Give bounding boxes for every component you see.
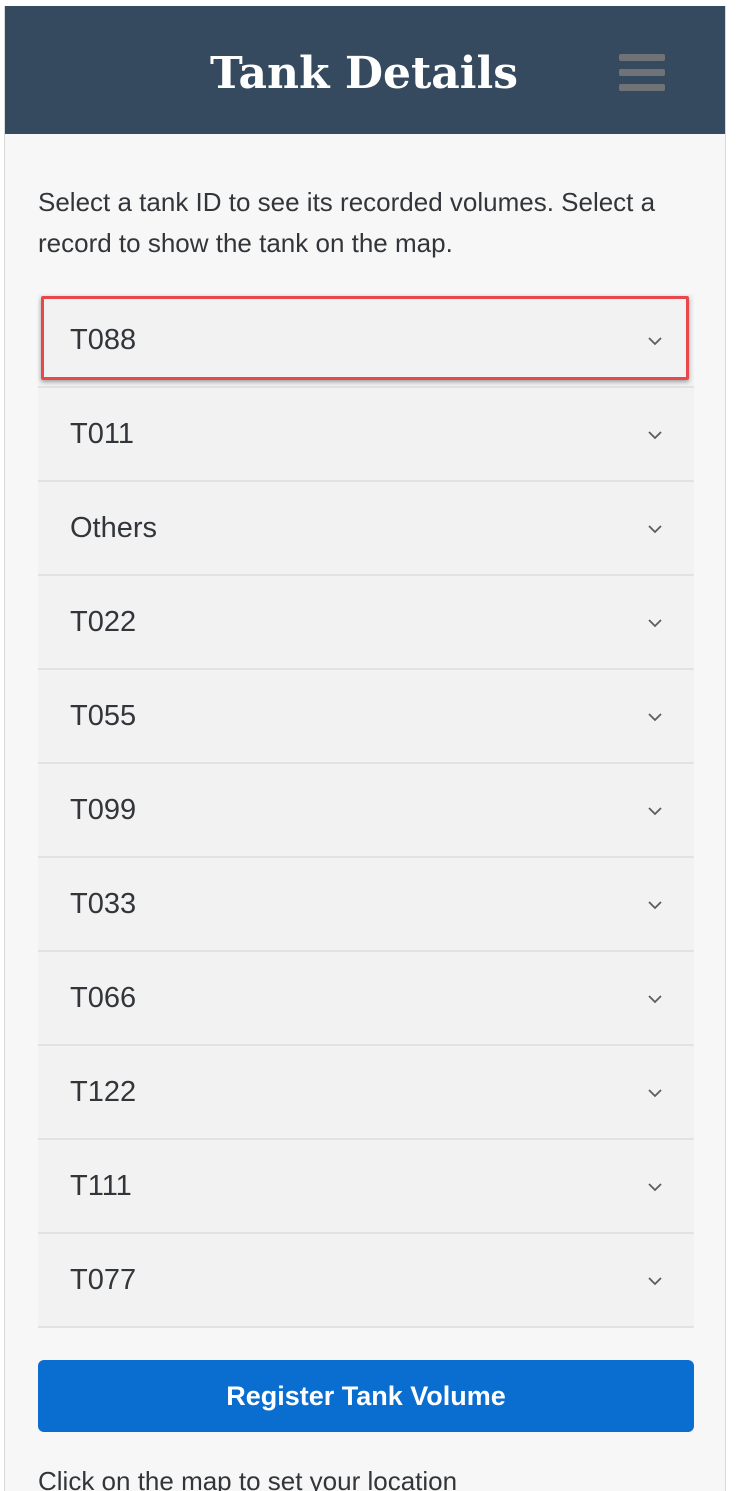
tank-list-item-others[interactable]: Others [38, 482, 694, 576]
tank-list-item-t099[interactable]: T099 [38, 764, 694, 858]
tank-list-item-t066[interactable]: T066 [38, 952, 694, 1046]
tank-id-label: T033 [70, 888, 137, 920]
tank-list-item-t111[interactable]: T111 [38, 1140, 694, 1234]
tank-list-item-t055[interactable]: T055 [38, 670, 694, 764]
tank-id-label: T111 [70, 1170, 132, 1202]
map-location-hint: Click on the map to set your location [38, 1466, 458, 1491]
tank-list-item-t122[interactable]: T122 [38, 1046, 694, 1140]
register-tank-volume-button[interactable]: Register Tank Volume [38, 1360, 694, 1432]
tank-list-item-t011[interactable]: T011 [38, 388, 694, 482]
tank-id-label: T022 [70, 606, 137, 638]
chevron-down-icon [648, 992, 662, 1006]
chevron-down-icon [648, 710, 662, 724]
tank-list-item-t077[interactable]: T077 [38, 1234, 694, 1328]
chevron-down-icon [648, 334, 662, 348]
tank-list-item-t022[interactable]: T022 [38, 576, 694, 670]
tank-list-item-t033[interactable]: T033 [38, 858, 694, 952]
menu-bar [619, 84, 665, 91]
app-frame: Tank Details Select a tank ID to see its… [4, 6, 726, 1491]
tank-list: T088 T011 Others T022 T055 T099 T033 T06… [38, 294, 694, 1328]
page-title: Tank Details [209, 48, 519, 99]
tank-id-label: T066 [70, 982, 137, 1014]
chevron-down-icon [648, 616, 662, 630]
menu-bar [619, 69, 665, 76]
tank-id-label: T099 [70, 794, 137, 826]
chevron-down-icon [648, 428, 662, 442]
tank-id-label: T055 [70, 700, 137, 732]
app-header: Tank Details [5, 6, 725, 134]
chevron-down-icon [648, 1180, 662, 1194]
menu-bar [619, 54, 665, 61]
tank-list-item-t088[interactable]: T088 [38, 294, 694, 388]
tank-id-label: Others [70, 512, 158, 544]
chevron-down-icon [648, 522, 662, 536]
intro-text: Select a tank ID to see its recorded vol… [38, 187, 656, 258]
tank-id-label: T088 [70, 324, 137, 356]
chevron-down-icon [648, 804, 662, 818]
chevron-down-icon [648, 1086, 662, 1100]
hamburger-menu-icon[interactable] [619, 54, 665, 92]
chevron-down-icon [648, 1274, 662, 1288]
tank-id-label: T122 [70, 1076, 137, 1108]
tank-id-label: T077 [70, 1264, 137, 1296]
tank-id-label: T011 [70, 418, 134, 450]
chevron-down-icon [648, 898, 662, 912]
